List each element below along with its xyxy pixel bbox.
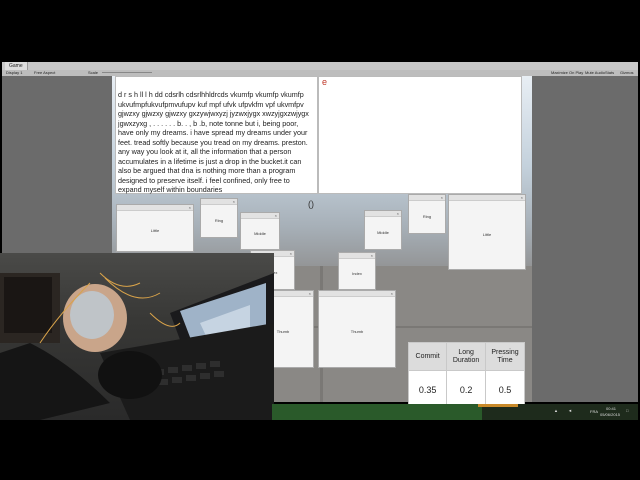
taskbar-active-indicator bbox=[478, 404, 518, 407]
taskbar: ▲ ◄ FRA 00:41 05/06/2015 □ bbox=[272, 404, 638, 420]
finger-window-index-right[interactable]: × Index bbox=[338, 252, 376, 290]
finger-window-middle-right[interactable]: × Middle bbox=[364, 210, 402, 250]
prediction-panel: e bbox=[318, 76, 522, 194]
taskbar-progress bbox=[272, 404, 482, 420]
typed-text-panel: d r s h ll l h dd cdsrlh cdsrlhhldrcds v… bbox=[115, 76, 318, 194]
value-commit[interactable]: 0.35 bbox=[407, 370, 448, 409]
current-letter: e bbox=[322, 77, 328, 87]
tab-game[interactable]: Game bbox=[5, 62, 28, 70]
notifications-icon[interactable]: □ bbox=[626, 408, 628, 413]
finger-window-ring-left[interactable]: × Ring bbox=[200, 198, 238, 238]
value-long-duration[interactable]: 0.2 bbox=[446, 370, 486, 409]
scale-slider[interactable] bbox=[102, 72, 152, 73]
finger-window-middle-left[interactable]: × Middle bbox=[240, 212, 280, 250]
webcam-scene bbox=[0, 272, 274, 420]
finger-window-thumb-right[interactable]: × Thumb bbox=[318, 290, 396, 368]
finger-window-ring-right[interactable]: × Ring bbox=[408, 194, 446, 234]
clock-time[interactable]: 00:41 bbox=[606, 406, 616, 411]
webcam-overlay bbox=[0, 253, 274, 420]
clock-date[interactable]: 05/06/2015 bbox=[600, 412, 620, 417]
gesture-indicator: () bbox=[308, 199, 314, 209]
value-pressing-time[interactable]: 0.5 bbox=[485, 370, 525, 409]
volume-icon[interactable]: ◄ bbox=[568, 408, 572, 413]
network-icon[interactable]: ▲ bbox=[554, 408, 558, 413]
finger-window-little-right[interactable]: × Little bbox=[448, 194, 526, 270]
header-long-duration: Long Duration bbox=[446, 342, 486, 371]
parameters-table: Commit Long Duration Pressing Time 0.35 … bbox=[407, 342, 525, 409]
typed-text: d r s h ll l h dd cdsrlh cdsrlhhldrcds v… bbox=[118, 90, 309, 194]
finger-window-little-left[interactable]: × Little bbox=[116, 204, 194, 252]
header-pressing-time: Pressing Time bbox=[485, 342, 525, 371]
language-indicator[interactable]: FRA bbox=[590, 409, 598, 414]
header-commit: Commit bbox=[407, 342, 448, 371]
